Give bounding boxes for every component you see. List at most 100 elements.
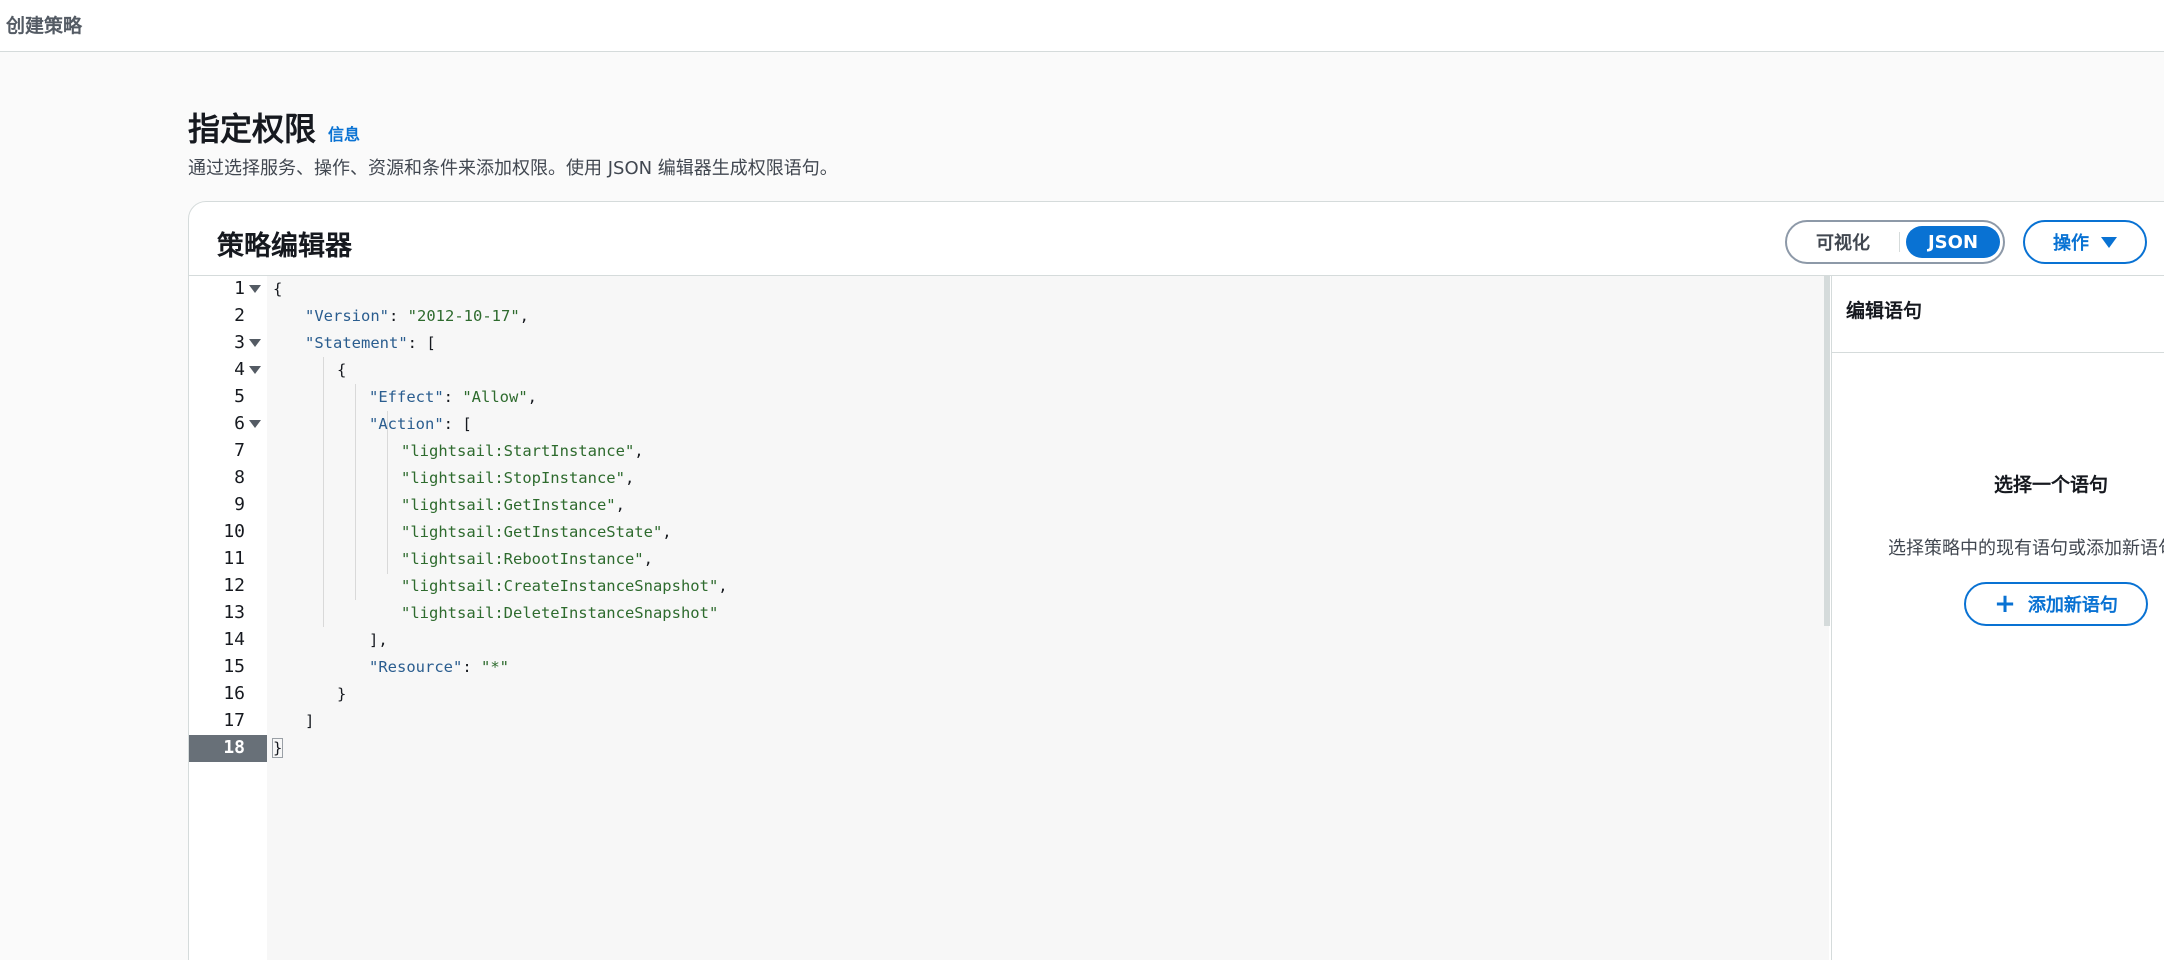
json-key: "Statement" <box>305 334 408 352</box>
line-number-gutter: 1 2 3 4 5 6 7 8 9 10 11 12 13 14 15 16 17 18 <box>189 276 267 960</box>
policy-editor-panel: 策略编辑器 可视化 JSON 操作 1 2 3 4 5 6 7 8 9 10 11 12 13 14 15 1… <box>188 201 2164 960</box>
line-number: 13 <box>189 600 267 627</box>
line-number: 14 <box>189 627 267 654</box>
json-comma: , <box>624 469 635 487</box>
panel-title: 策略编辑器 <box>217 231 352 262</box>
json-mode-button[interactable]: JSON <box>1906 226 2000 258</box>
json-comma: , <box>643 550 653 568</box>
line-number-text: 5 <box>234 386 245 407</box>
line-number: 12 <box>189 573 267 600</box>
add-statement-label: 添加新语句 <box>2027 595 2118 616</box>
json-string: "lightsail:StopInstance" <box>401 469 625 487</box>
json-string: "lightsail:CreateInstanceSnapshot" <box>401 577 719 595</box>
json-bracket: : [ <box>407 334 436 352</box>
page-description: 通过选择服务、操作、资源和条件来添加权限。使用 JSON 编辑器生成权限语句。 <box>188 158 838 179</box>
json-key: "Resource" <box>369 658 463 676</box>
empty-state-title: 选择一个语句 <box>1994 474 2109 496</box>
code-line-14: ], <box>369 627 388 654</box>
code-line-6: "Action": [ <box>369 411 472 438</box>
visual-mode-button[interactable]: 可视化 <box>1787 226 1899 258</box>
fold-arrow-icon[interactable] <box>249 420 261 428</box>
statement-panel-title: 编辑语句 <box>1846 300 1923 322</box>
line-number: 2 <box>189 303 267 330</box>
json-brace: { <box>273 280 283 298</box>
indent-guide <box>323 357 324 627</box>
json-string: "Allow" <box>462 388 528 406</box>
line-number-text: 16 <box>223 683 245 704</box>
line-number: 4 <box>189 357 267 384</box>
code-line-18: } <box>271 735 284 762</box>
json-string: "lightsail:GetInstanceState" <box>401 523 663 541</box>
line-number-text: 15 <box>223 656 245 677</box>
line-number-text: 17 <box>223 710 245 731</box>
fold-arrow-icon[interactable] <box>249 366 261 374</box>
json-key: "Action" <box>369 415 444 433</box>
actions-label: 操作 <box>2053 233 2089 254</box>
code-line-9: "lightsail:GetInstance", <box>401 492 625 519</box>
line-number: 9 <box>189 492 267 519</box>
line-number-text: 11 <box>223 548 245 569</box>
json-editor[interactable]: 1 2 3 4 5 6 7 8 9 10 11 12 13 14 15 16 17 18 { "Version":… <box>189 276 1829 960</box>
code-line-16: } <box>337 681 346 708</box>
line-number: 8 <box>189 465 267 492</box>
line-number-text: 12 <box>223 575 245 596</box>
line-number-text: 4 <box>234 359 245 380</box>
json-brace: } <box>271 738 284 758</box>
indent-guide <box>355 384 356 600</box>
line-number-text: 9 <box>234 494 245 515</box>
json-brace: { <box>337 361 347 379</box>
fold-arrow-icon[interactable] <box>249 285 261 293</box>
empty-state-description: 选择策略中的现有语句或添加新语句。 <box>1888 538 2164 559</box>
line-number: 11 <box>189 546 267 573</box>
json-bracket: ], <box>369 631 388 649</box>
code-line-11: "lightsail:RebootInstance", <box>401 546 653 573</box>
json-separator: : <box>389 307 408 325</box>
line-number-text: 1 <box>234 278 245 299</box>
line-number: 16 <box>189 681 267 708</box>
code-line-10: "lightsail:GetInstanceState", <box>401 519 672 546</box>
toggle-divider <box>1899 232 1900 252</box>
divider <box>1832 352 2164 353</box>
json-string: "lightsail:DeleteInstanceSnapshot" <box>401 604 719 622</box>
code-line-7: "lightsail:StartInstance", <box>401 438 644 465</box>
json-string: "*" <box>481 658 509 676</box>
editor-mode-toggle: 可视化 JSON <box>1785 220 2005 264</box>
code-line-8: "lightsail:StopInstance", <box>401 465 634 492</box>
json-separator: : <box>462 658 481 676</box>
line-number-text: 18 <box>223 737 245 758</box>
code-line-2: "Version": "2012-10-17", <box>305 303 529 330</box>
editor-resize-handle[interactable] <box>1824 276 1830 626</box>
json-separator: : <box>443 388 463 406</box>
line-number: 6 <box>189 411 267 438</box>
line-number: 1 <box>189 276 267 303</box>
line-number-text: 7 <box>234 440 245 461</box>
json-key: "Effect" <box>369 388 444 406</box>
line-number: 15 <box>189 654 267 681</box>
code-area[interactable]: { "Version": "2012-10-17", "Statement": … <box>269 276 1809 960</box>
plus-icon: + <box>1994 589 2016 619</box>
statement-side-panel: 编辑语句 选择一个语句 选择策略中的现有语句或添加新语句。 + 添加新语句 <box>1831 276 2164 960</box>
caret-down-icon <box>2101 236 2117 248</box>
line-number: 7 <box>189 438 267 465</box>
code-line-1: { <box>273 276 282 303</box>
info-link[interactable]: 信息 <box>328 121 360 145</box>
json-comma: , <box>527 388 537 406</box>
page-header: 指定权限 信息 <box>188 104 360 150</box>
line-number-text: 6 <box>234 413 245 434</box>
actions-dropdown-button[interactable]: 操作 <box>2023 220 2147 264</box>
line-number-text: 3 <box>234 332 245 353</box>
json-bracket: ] <box>305 712 315 730</box>
fold-arrow-icon[interactable] <box>249 339 261 347</box>
json-key: "Version" <box>305 307 389 325</box>
json-comma: , <box>662 523 672 541</box>
breadcrumb[interactable]: 创建策略 <box>6 11 82 38</box>
code-line-15: "Resource": "*" <box>369 654 509 681</box>
line-number-text: 14 <box>223 629 245 650</box>
add-statement-button[interactable]: + 添加新语句 <box>1964 582 2148 626</box>
json-string: "lightsail:StartInstance" <box>401 442 635 460</box>
json-comma: , <box>519 307 529 325</box>
code-line-12: "lightsail:CreateInstanceSnapshot", <box>401 573 728 600</box>
code-line-4: { <box>337 357 346 384</box>
code-line-17: ] <box>305 708 314 735</box>
json-comma: , <box>634 442 644 460</box>
